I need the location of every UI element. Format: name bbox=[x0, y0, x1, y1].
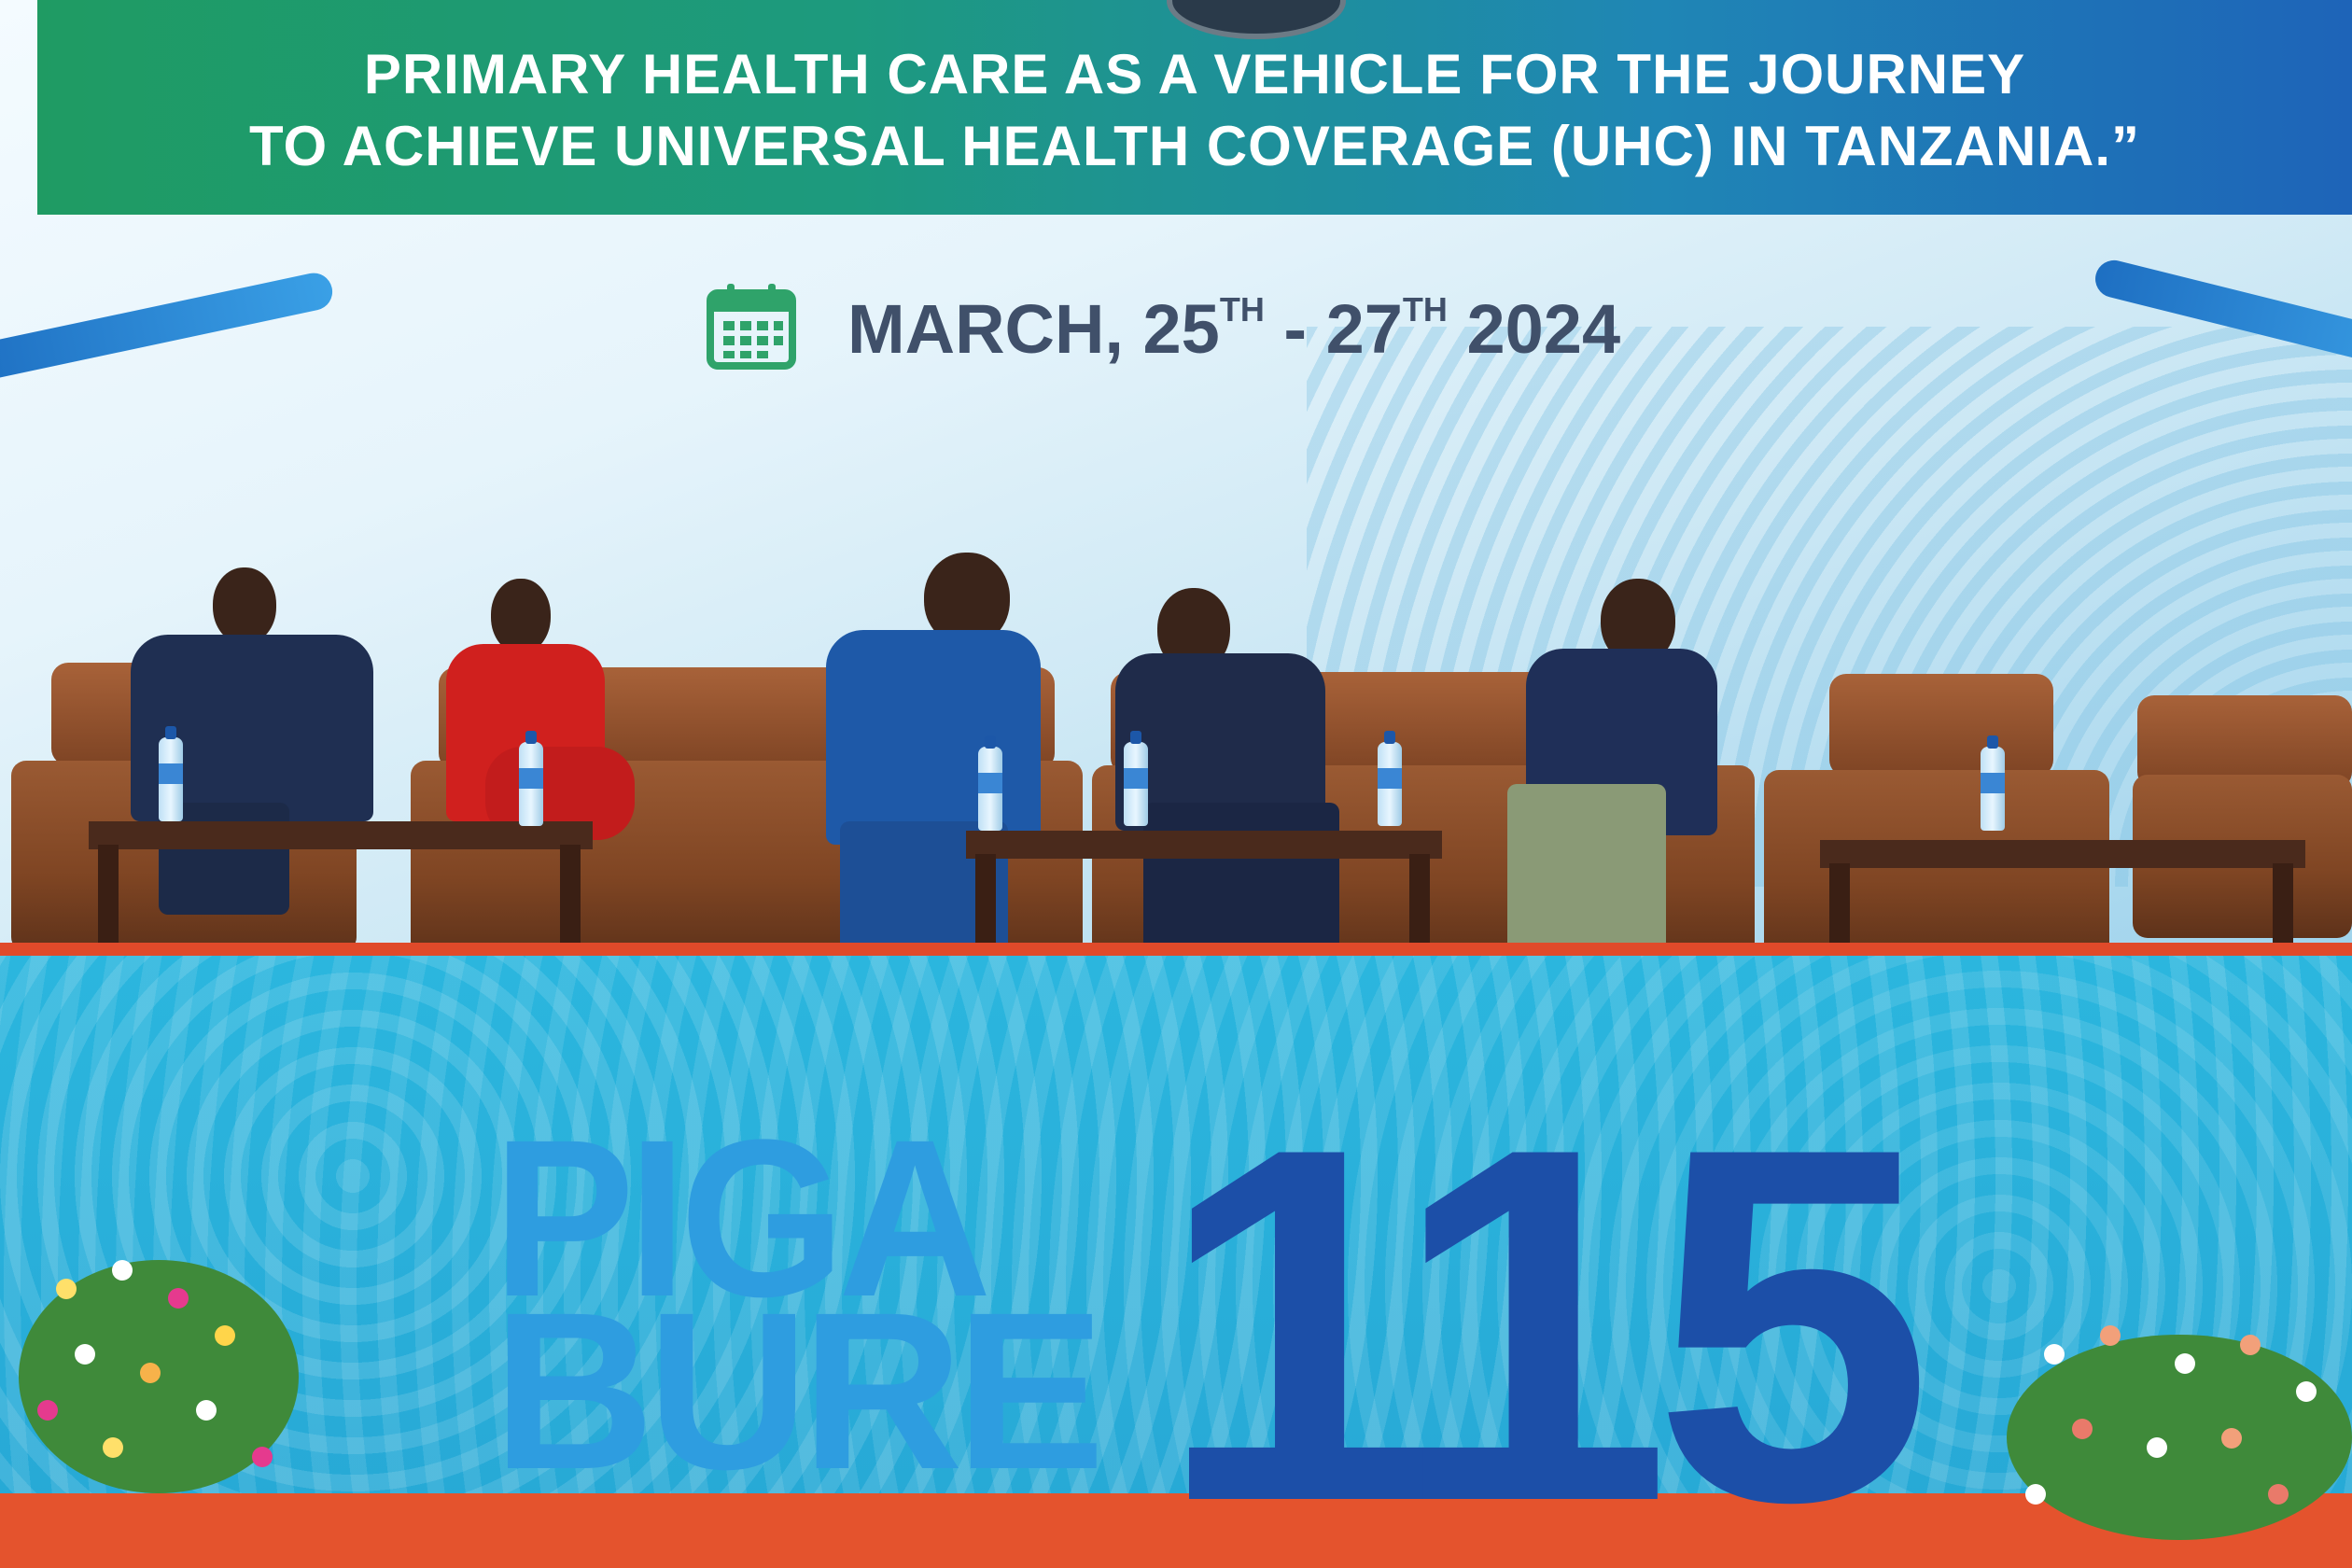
coffee-table-3 bbox=[1820, 840, 2305, 868]
banner-title-line-2: TO ACHIEVE UNIVERSAL HEALTH COVERAGE (UH… bbox=[248, 115, 2141, 177]
sign-number-115: 115 bbox=[1157, 1043, 1933, 1568]
date-start-suffix: TH bbox=[1219, 290, 1265, 329]
water-bottle bbox=[1378, 731, 1402, 826]
calendar-icon bbox=[707, 284, 796, 370]
water-bottle bbox=[978, 735, 1002, 831]
panel-session-photo: PRIMARY HEALTH CARE AS A VEHICLE FOR THE… bbox=[0, 0, 2352, 1568]
date-end: - 27 bbox=[1264, 290, 1403, 368]
logo-emblem bbox=[1167, 0, 1346, 39]
water-bottle bbox=[519, 731, 543, 826]
banner-title-line-1: PRIMARY HEALTH CARE AS A VEHICLE FOR THE… bbox=[363, 43, 2026, 105]
date-year: 2024 bbox=[1447, 290, 1621, 368]
coffee-table-2 bbox=[966, 831, 1442, 859]
flower-arrangement-right bbox=[1988, 1307, 2352, 1549]
date-start: MARCH, 25 bbox=[847, 290, 1220, 368]
armchair-right-back bbox=[1829, 674, 2053, 777]
event-date: MARCH, 25TH - 27TH 2024 bbox=[847, 289, 1620, 369]
date-end-suffix: TH bbox=[1402, 290, 1448, 329]
water-bottle bbox=[1981, 735, 2005, 831]
title-banner: PRIMARY HEALTH CARE AS A VEHICLE FOR THE… bbox=[37, 0, 2352, 215]
water-bottle bbox=[159, 726, 183, 821]
sign-word-bure: BURE bbox=[493, 1266, 1105, 1516]
coffee-table-1 bbox=[89, 821, 593, 849]
water-bottle bbox=[1124, 731, 1148, 826]
flower-arrangement-left bbox=[0, 1223, 317, 1503]
